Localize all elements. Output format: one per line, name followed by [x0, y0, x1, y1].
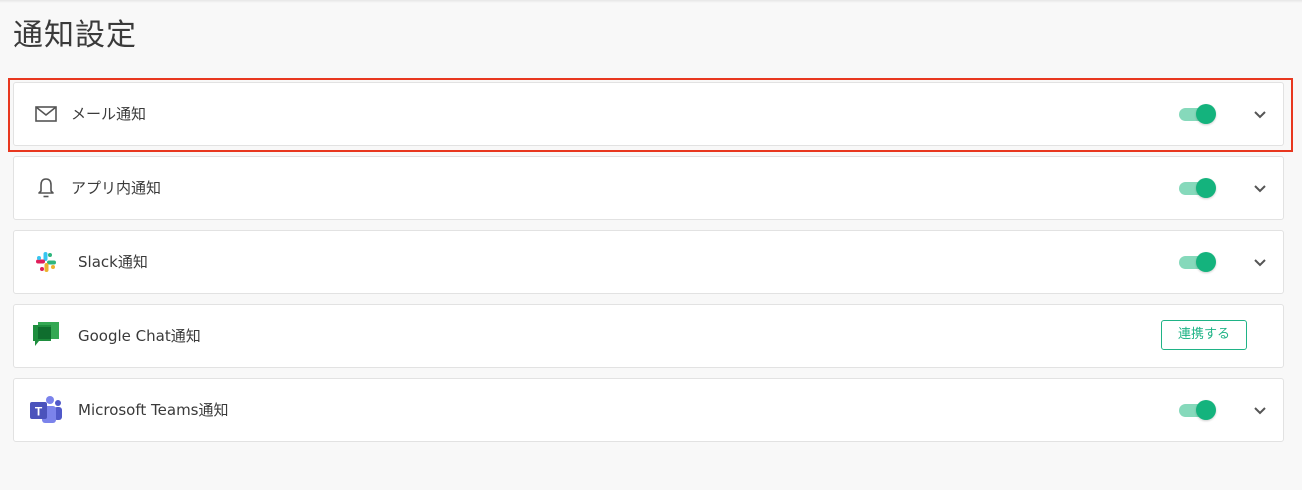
in-app-notification-toggle[interactable] [1179, 178, 1217, 198]
notification-label-google-chat: Google Chat通知 [78, 327, 201, 345]
notification-label-in-app: アプリ内通知 [71, 179, 162, 197]
notification-row-mail[interactable]: メール通知 [13, 82, 1284, 146]
page-title: 通知設定 [13, 18, 137, 53]
notification-row-microsoft-teams[interactable]: T Microsoft Teams通知 [13, 378, 1284, 442]
toggle-knob [1196, 400, 1216, 420]
notification-label-microsoft-teams: Microsoft Teams通知 [78, 401, 229, 419]
microsoft-teams-notification-toggle[interactable] [1179, 400, 1217, 420]
slack-icon [30, 246, 62, 278]
chevron-down-icon[interactable] [1248, 398, 1272, 422]
chevron-down-icon[interactable] [1248, 250, 1272, 274]
toggle-knob [1196, 252, 1216, 272]
toggle-knob [1196, 178, 1216, 198]
bell-icon [30, 172, 62, 204]
toggle-knob [1196, 104, 1216, 124]
notification-row-slack[interactable]: Slack通知 [13, 230, 1284, 294]
connect-button[interactable]: 連携する [1161, 320, 1247, 350]
notification-row-in-app[interactable]: アプリ内通知 [13, 156, 1284, 220]
slack-notification-toggle[interactable] [1179, 252, 1217, 272]
notification-row-google-chat[interactable]: Google Chat通知 連携する [13, 304, 1284, 368]
google-chat-icon [30, 320, 62, 352]
top-shadow [0, 0, 1302, 3]
notification-label-slack: Slack通知 [78, 253, 148, 271]
chevron-down-icon[interactable] [1248, 176, 1272, 200]
svg-text:T: T [35, 405, 43, 419]
mail-icon [30, 98, 62, 130]
mail-notification-toggle[interactable] [1179, 104, 1217, 124]
microsoft-teams-icon: T [30, 394, 62, 426]
notification-label-mail: メール通知 [71, 105, 147, 123]
chevron-down-icon[interactable] [1248, 102, 1272, 126]
